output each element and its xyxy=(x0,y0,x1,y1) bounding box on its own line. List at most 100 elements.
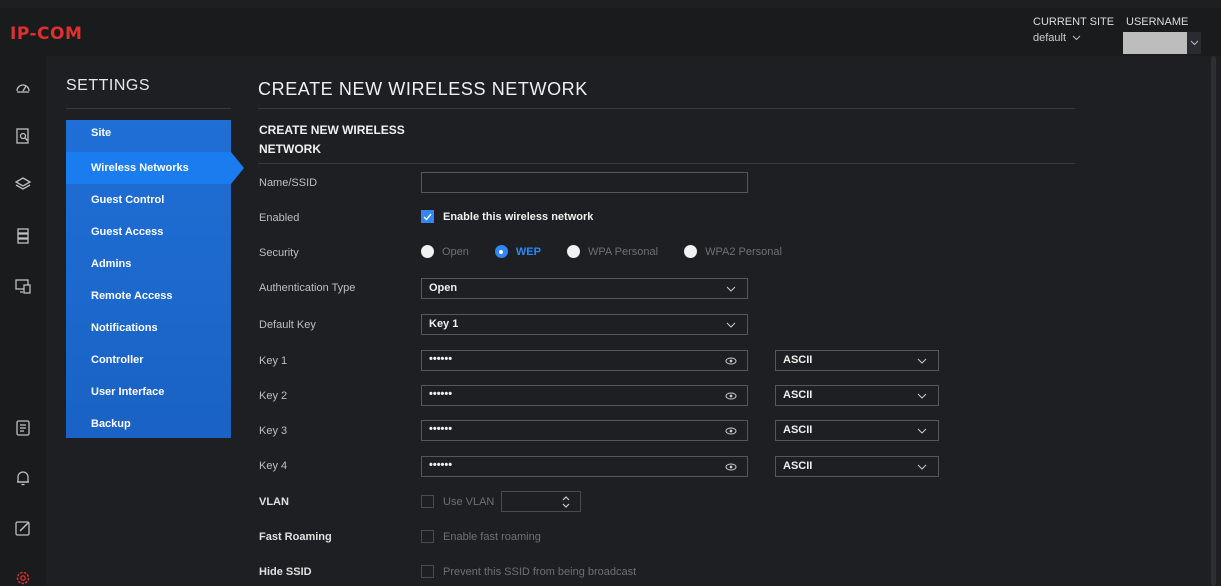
alerts-icon[interactable] xyxy=(13,468,33,488)
chevron-down-icon xyxy=(916,425,928,437)
page-title: CREATE NEW WIRELESS NETWORK xyxy=(258,79,588,99)
key-3-format-value: ASCII xyxy=(783,424,813,436)
chevron-down-icon xyxy=(725,283,737,295)
key-2-value: •••••• xyxy=(429,388,453,400)
chevron-down-icon xyxy=(725,319,737,331)
fast-roaming-label: Fast Roaming xyxy=(259,531,332,543)
hide-ssid-checkbox[interactable]: Prevent this SSID from being broadcast xyxy=(421,565,636,578)
key-2-format-select[interactable]: ASCII xyxy=(775,385,939,406)
name-ssid-label: Name/SSID xyxy=(259,177,318,189)
use-vlan-checkbox[interactable]: Use VLAN xyxy=(421,495,494,508)
key-2-label: Key 2 xyxy=(259,390,288,402)
key-1-value: •••••• xyxy=(429,353,453,365)
security-label: Security xyxy=(259,247,299,259)
key-1-format-value: ASCII xyxy=(783,354,813,366)
key-4-label: Key 4 xyxy=(259,460,288,472)
menu-item-wireless-networks[interactable]: Wireless Networks xyxy=(66,152,244,184)
radio-open-label: Open xyxy=(442,245,469,258)
vlan-label: VLAN xyxy=(259,496,289,508)
auth-type-select[interactable]: Open xyxy=(421,278,748,299)
username-label: USERNAME xyxy=(1126,16,1189,28)
checkbox-icon xyxy=(421,530,434,543)
menu-item-guest-access[interactable]: Guest Access xyxy=(66,216,231,248)
key-1-label: Key 1 xyxy=(259,355,288,367)
key-2-format-value: ASCII xyxy=(783,389,813,401)
app-window: IP-COM CURRENT SITE default USERNAME SET… xyxy=(0,8,1221,586)
checkbox-icon xyxy=(421,565,434,578)
clients-icon[interactable] xyxy=(13,276,33,296)
dashboard-icon[interactable] xyxy=(13,78,33,98)
top-bar: IP-COM CURRENT SITE default USERNAME xyxy=(0,8,1221,56)
layers-icon[interactable] xyxy=(13,174,33,194)
auth-type-label: Authentication Type xyxy=(259,282,356,294)
stepper-arrows-icon xyxy=(562,496,570,508)
radio-wpa2-personal[interactable]: WPA2 Personal xyxy=(684,245,782,258)
key-3-input[interactable]: •••••• xyxy=(421,420,748,441)
radio-icon xyxy=(566,245,580,258)
key-3-label: Key 3 xyxy=(259,425,288,437)
key-4-input[interactable]: •••••• xyxy=(421,456,748,477)
radio-open[interactable]: Open xyxy=(421,245,469,258)
menu-item-remote-access[interactable]: Remote Access xyxy=(66,280,231,312)
user-menu[interactable]: USERNAME xyxy=(1123,16,1201,54)
menu-item-guest-control[interactable]: Guest Control xyxy=(66,184,231,216)
fast-roaming-text: Enable fast roaming xyxy=(443,530,541,543)
chevron-down-icon xyxy=(916,355,928,367)
checkbox-checked-icon xyxy=(421,210,434,223)
ip-com-logo: IP-COM xyxy=(10,22,85,44)
key-1-input[interactable]: •••••• xyxy=(421,350,748,371)
menu-item-site[interactable]: Site xyxy=(66,120,231,152)
settings-icon[interactable] xyxy=(13,568,33,586)
enable-network-checkbox[interactable]: Enable this wireless network xyxy=(421,210,593,223)
radio-icon xyxy=(684,245,698,258)
menu-item-backup[interactable]: Backup xyxy=(66,408,231,440)
chevron-down-icon xyxy=(916,390,928,402)
name-ssid-input[interactable] xyxy=(421,172,748,193)
hide-ssid-label: Hide SSID xyxy=(259,566,312,578)
radio-wep[interactable]: WEP xyxy=(494,245,541,258)
menu-item-notifications[interactable]: Notifications xyxy=(66,312,231,344)
menu-item-admins[interactable]: Admins xyxy=(66,248,231,280)
statistics-icon[interactable] xyxy=(13,126,33,146)
menu-item-user-interface[interactable]: User Interface xyxy=(66,376,231,408)
chevron-down-icon xyxy=(1187,32,1201,54)
default-key-value: Key 1 xyxy=(429,318,459,330)
eye-icon[interactable] xyxy=(725,461,737,473)
eye-icon[interactable] xyxy=(725,425,737,437)
vertical-scrollbar[interactable] xyxy=(1211,56,1216,586)
checkbox-icon xyxy=(421,495,434,508)
fast-roaming-checkbox[interactable]: Enable fast roaming xyxy=(421,530,541,543)
devices-icon[interactable] xyxy=(13,226,33,246)
username-value-redacted xyxy=(1123,32,1187,54)
section-title: CREATE NEW WIRELESS NETWORK xyxy=(259,123,405,156)
current-site-value: default xyxy=(1033,32,1067,44)
chevron-down-icon xyxy=(1072,35,1081,41)
key-3-value: •••••• xyxy=(429,423,453,435)
radio-wep-label: WEP xyxy=(515,245,541,258)
key-2-input[interactable]: •••••• xyxy=(421,385,748,406)
settings-menu: Site Wireless Networks Guest Control Gue… xyxy=(66,120,244,440)
divider xyxy=(258,163,1075,164)
current-site-selector[interactable]: CURRENT SITE default xyxy=(1033,16,1114,44)
key-3-format-select[interactable]: ASCII xyxy=(775,420,939,441)
current-site-label: CURRENT SITE xyxy=(1033,16,1115,28)
key-4-format-value: ASCII xyxy=(783,460,813,472)
key-4-format-select[interactable]: ASCII xyxy=(775,456,939,477)
key-1-format-select[interactable]: ASCII xyxy=(775,350,939,371)
eye-icon[interactable] xyxy=(725,390,737,402)
hide-ssid-text: Prevent this SSID from being broadcast xyxy=(443,565,637,578)
divider xyxy=(258,108,1075,109)
logs-icon[interactable] xyxy=(13,418,33,438)
radio-wpa-personal[interactable]: WPA Personal xyxy=(566,245,659,258)
default-key-label: Default Key xyxy=(259,319,316,331)
menu-item-controller[interactable]: Controller xyxy=(66,344,231,376)
radio-wpa2-personal-label: WPA2 Personal xyxy=(705,245,782,258)
vlan-id-stepper[interactable] xyxy=(501,491,581,512)
edit-icon[interactable] xyxy=(13,518,33,538)
eye-icon[interactable] xyxy=(725,355,737,367)
radio-wpa-personal-label: WPA Personal xyxy=(587,245,659,258)
auth-type-value: Open xyxy=(429,282,458,294)
divider xyxy=(66,108,231,109)
radio-selected-icon xyxy=(494,245,508,258)
default-key-select[interactable]: Key 1 xyxy=(421,314,748,335)
